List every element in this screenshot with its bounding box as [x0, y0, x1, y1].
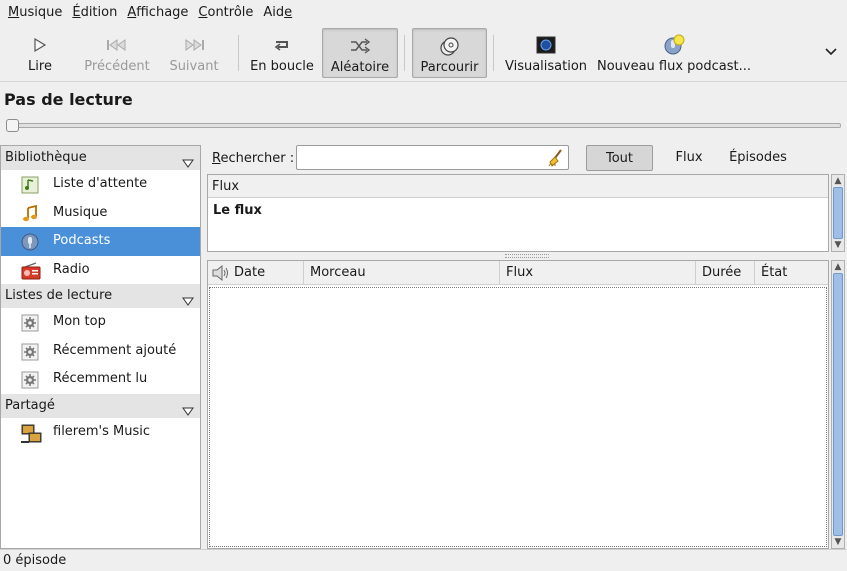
repeat-button[interactable]: En boucle — [248, 28, 316, 78]
network-share-icon — [21, 424, 42, 443]
repeat-icon — [272, 34, 292, 56]
browse-button[interactable]: Parcourir — [412, 28, 487, 78]
seek-slider[interactable] — [10, 123, 841, 128]
episodes-column-header: Date Morceau Flux Durée État — [208, 261, 828, 285]
feeds-column-header[interactable]: Flux — [208, 175, 828, 198]
sidebar-item-recently-played[interactable]: Récemment lu — [1, 365, 200, 394]
feeds-list: Flux Le flux — [207, 174, 829, 252]
column-feed[interactable]: Flux — [499, 261, 695, 285]
feed-row[interactable]: Le flux — [208, 198, 828, 224]
visualization-icon — [536, 34, 556, 56]
episodes-scrollbar[interactable]: ▲ ▼ — [831, 260, 845, 549]
scroll-down-icon[interactable]: ▼ — [832, 536, 844, 548]
music-note-icon — [21, 204, 39, 223]
scroll-thumb[interactable] — [833, 187, 843, 239]
smart-playlist-gear-icon — [21, 314, 39, 332]
now-playing-title: Pas de lecture — [4, 90, 133, 109]
sidebar-item-radio[interactable]: Radio — [1, 256, 200, 285]
toolbar: Lire Précédent Suivant En boucle Aléatoi… — [0, 25, 847, 82]
menu-musique[interactable]: Musique — [4, 1, 66, 25]
scroll-up-icon[interactable]: ▲ — [832, 261, 844, 273]
menu-edition[interactable]: Édition — [68, 1, 121, 25]
skip-back-icon — [106, 34, 128, 56]
sidebar-item-top[interactable]: Mon top — [1, 308, 200, 337]
play-icon — [32, 34, 48, 56]
menu-affichage[interactable]: Affichage — [123, 1, 192, 25]
status-bar: 0 épisode — [0, 549, 847, 571]
filter-feeds-button[interactable]: Flux — [667, 145, 711, 171]
search-label: Rechercher : — [212, 151, 295, 166]
search-input[interactable] — [296, 145, 569, 170]
menu-aide[interactable]: Aide — [259, 1, 296, 25]
chevron-down-icon[interactable] — [825, 45, 837, 60]
new-podcast-button[interactable]: Nouveau flux podcast... — [596, 28, 752, 78]
sidebar-item-shared-music[interactable]: filerem's Music — [1, 418, 200, 447]
shuffle-button[interactable]: Aléatoire — [322, 28, 398, 78]
menubar: Musique Édition Affichage Contrôle Aide — [0, 0, 847, 25]
queue-icon — [21, 176, 39, 194]
scroll-thumb[interactable] — [833, 273, 843, 536]
sidebar-item-music[interactable]: Musique — [1, 199, 200, 228]
next-button[interactable]: Suivant — [164, 28, 224, 78]
column-track[interactable]: Morceau — [303, 261, 499, 285]
radio-icon — [21, 261, 41, 280]
play-button[interactable]: Lire — [14, 28, 66, 78]
sidebar-header-playlists[interactable]: Listes de lecture — [1, 284, 200, 308]
sidebar-item-podcasts[interactable]: Podcasts — [1, 227, 200, 256]
visualization-button[interactable]: Visualisation — [503, 28, 589, 78]
episodes-body[interactable] — [209, 287, 827, 547]
scroll-down-icon[interactable]: ▼ — [832, 239, 844, 251]
shuffle-icon — [349, 35, 371, 57]
sidebar: Bibliothèque Liste d'attente Musique Pod… — [0, 145, 201, 549]
sidebar-header-library[interactable]: Bibliothèque — [1, 146, 200, 170]
pane-splitter-handle[interactable] — [505, 254, 549, 258]
column-duration[interactable]: Durée — [695, 261, 754, 285]
filter-all-button[interactable]: Tout — [586, 145, 653, 171]
filter-episodes-button[interactable]: Épisodes — [722, 145, 794, 171]
clear-broom-icon[interactable] — [546, 149, 564, 171]
episodes-list: Date Morceau Flux Durée État — [207, 260, 829, 549]
skip-forward-icon — [183, 34, 205, 56]
feeds-scrollbar[interactable]: ▲ ▼ — [831, 174, 845, 252]
smart-playlist-gear-icon — [21, 343, 39, 361]
sidebar-item-recently-added[interactable]: Récemment ajouté — [1, 337, 200, 366]
toolbar-separator — [238, 35, 239, 71]
disc-stack-icon — [439, 35, 461, 57]
menu-controle[interactable]: Contrôle — [194, 1, 257, 25]
toolbar-separator — [404, 35, 405, 71]
smart-playlist-gear-icon — [21, 371, 39, 389]
podcast-add-icon — [662, 34, 686, 56]
status-text: 0 épisode — [3, 553, 67, 568]
podcast-icon — [21, 233, 39, 251]
sidebar-header-shared[interactable]: Partagé — [1, 393, 200, 418]
column-date[interactable]: Date — [228, 261, 304, 285]
seek-handle[interactable] — [6, 119, 19, 132]
column-status[interactable]: État — [754, 261, 828, 285]
sidebar-item-queue[interactable]: Liste d'attente — [1, 170, 200, 199]
toolbar-separator — [493, 35, 494, 71]
scroll-up-icon[interactable]: ▲ — [832, 175, 844, 187]
previous-button[interactable]: Précédent — [80, 28, 154, 78]
